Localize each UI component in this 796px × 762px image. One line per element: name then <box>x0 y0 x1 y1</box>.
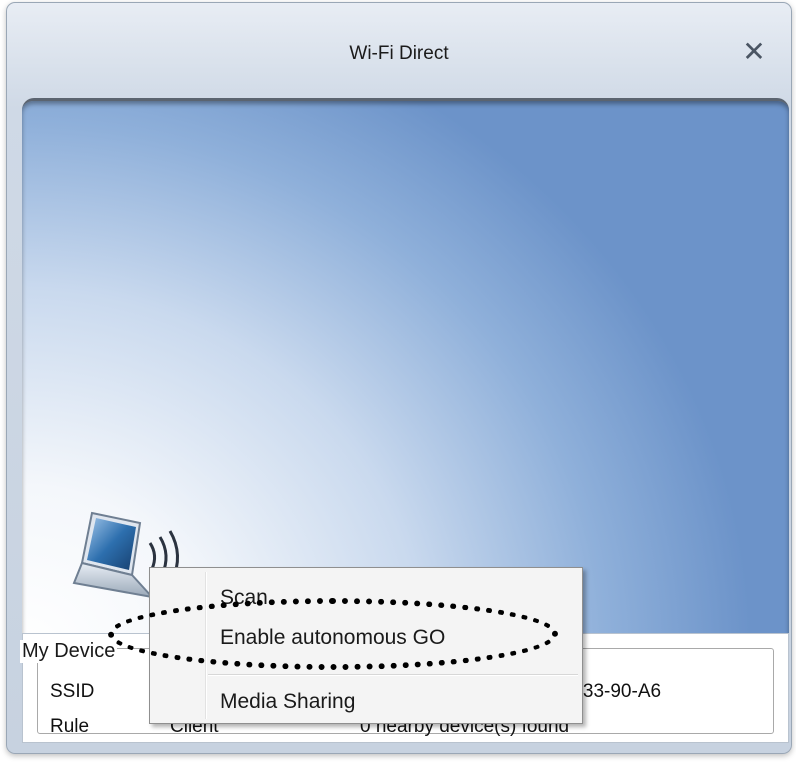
title-bar: Wi-Fi Direct ✕ <box>7 3 791 103</box>
close-icon[interactable]: ✕ <box>737 35 771 69</box>
context-menu: Scan Enable autonomous GO Media Sharing <box>149 567 583 724</box>
menu-separator <box>208 674 578 676</box>
menu-item-scan[interactable]: Scan <box>220 586 268 610</box>
menu-item-enable-autonomous-go[interactable]: Enable autonomous GO <box>220 626 445 650</box>
menu-gutter <box>205 572 207 719</box>
window-title: Wi-Fi Direct <box>349 43 449 64</box>
menu-item-media-sharing[interactable]: Media Sharing <box>220 690 355 714</box>
rule-label: Rule <box>50 716 90 737</box>
my-device-legend: My Device <box>20 640 118 663</box>
ssid-label: SSID <box>50 681 95 702</box>
